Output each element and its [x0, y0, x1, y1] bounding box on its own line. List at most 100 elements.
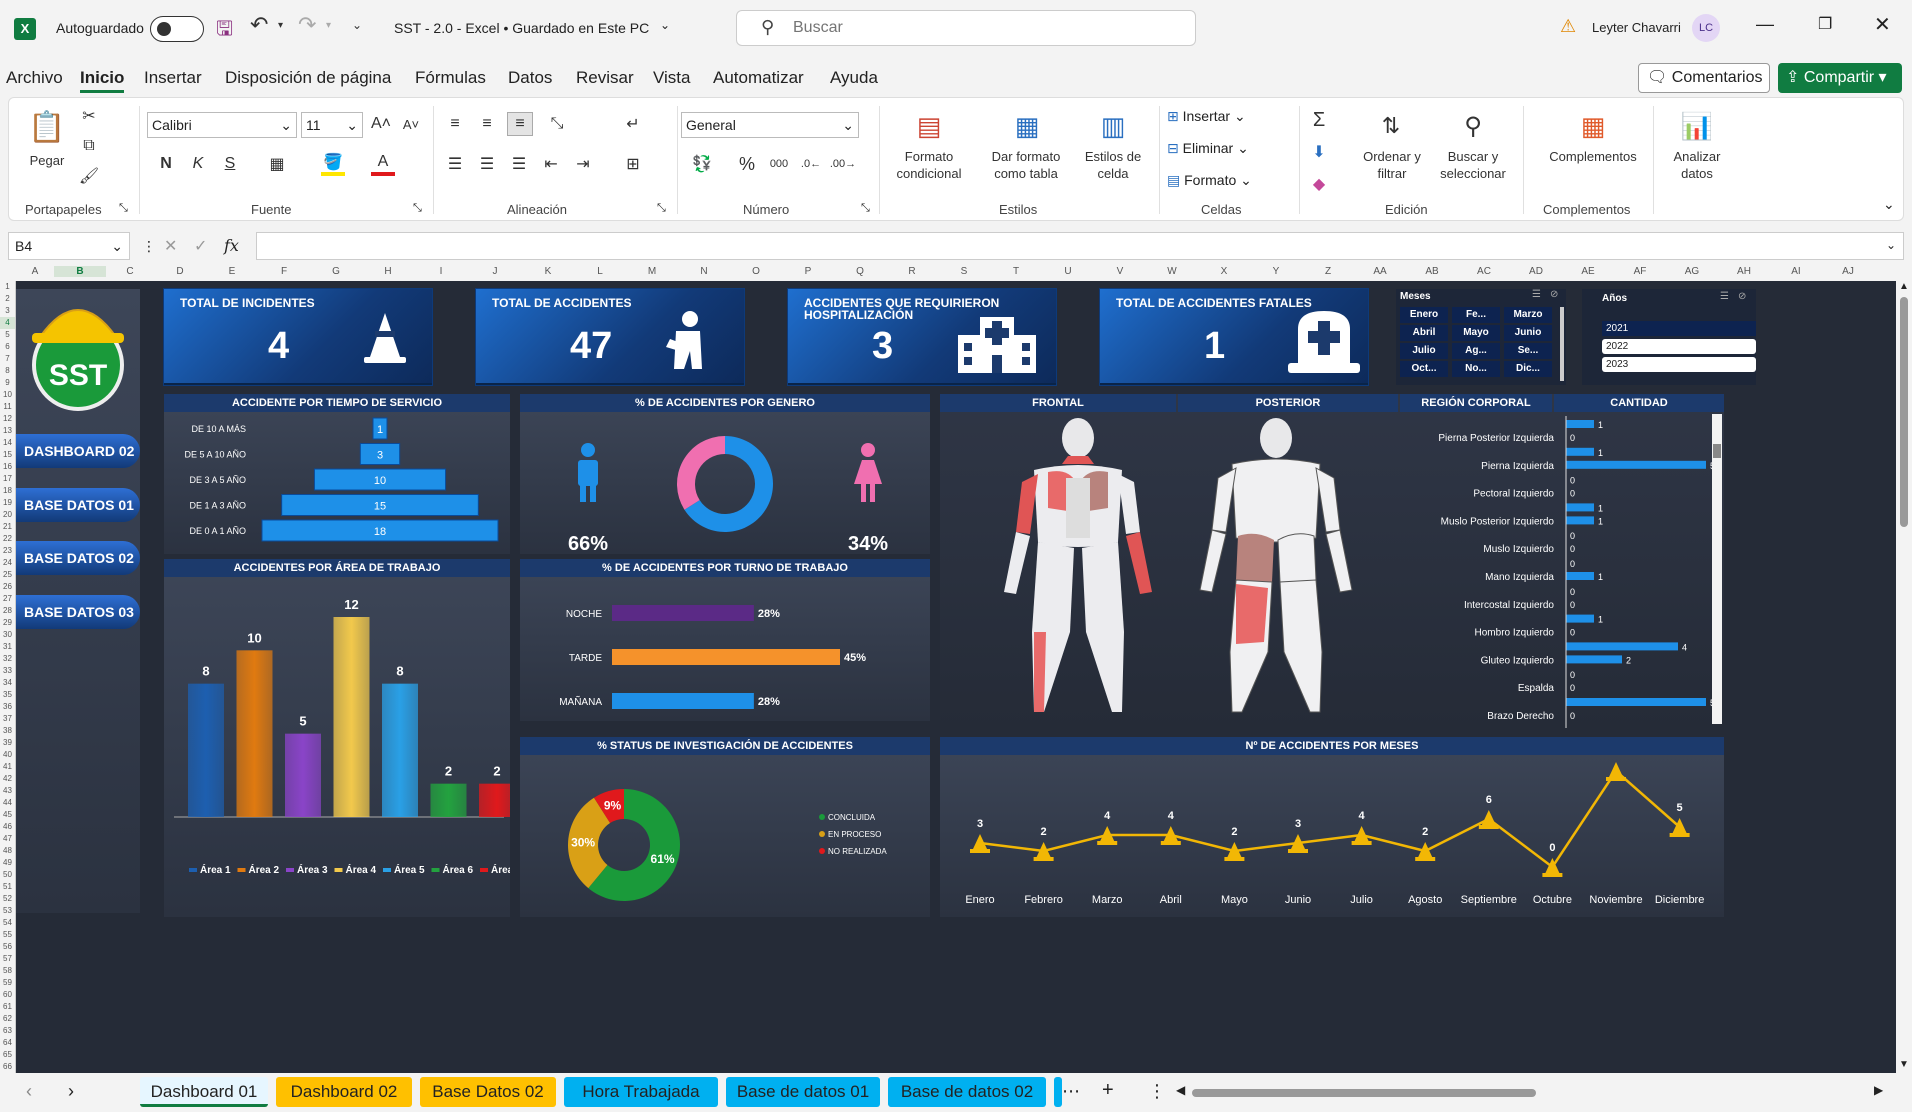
column-header[interactable]: AA — [1354, 266, 1406, 277]
sheet-tab-overflow[interactable] — [1054, 1077, 1062, 1107]
undo-dropdown-icon[interactable]: ▾ — [278, 20, 283, 31]
sheet-tab-dashboard-01[interactable]: Dashboard 01 — [140, 1077, 268, 1107]
row-header[interactable]: 39 — [0, 737, 15, 749]
hscroll-right-icon[interactable]: ▶ — [1874, 1083, 1883, 1097]
menu-automatizar[interactable]: Automatizar — [713, 68, 804, 88]
enter-icon[interactable]: ✓ — [194, 236, 207, 256]
merge-center-icon[interactable]: ⊞ — [621, 152, 645, 176]
column-header[interactable]: AC — [1458, 266, 1510, 277]
row-header[interactable]: 8 — [0, 365, 15, 377]
autosave-toggle[interactable] — [150, 16, 204, 42]
font-color-icon[interactable]: A — [371, 152, 395, 176]
column-header[interactable]: F — [258, 266, 310, 277]
row-header[interactable]: 31 — [0, 641, 15, 653]
row-header[interactable]: 6 — [0, 341, 15, 353]
row-header[interactable]: 60 — [0, 989, 15, 1001]
conditional-format-button[interactable]: Formato condicional — [883, 148, 975, 182]
font-size-select[interactable]: 11 ⌄ — [301, 112, 363, 138]
menu-formulas[interactable]: Fórmulas — [415, 68, 486, 88]
row-header[interactable]: 23 — [0, 545, 15, 557]
cut-icon[interactable]: ✂ — [79, 106, 99, 126]
scroll-up-icon[interactable]: ▲ — [1899, 281, 1909, 292]
column-header[interactable]: U — [1042, 266, 1094, 277]
month-item[interactable]: Oct... — [1400, 361, 1448, 377]
nav-dashboard-02[interactable]: DASHBOARD 02 — [16, 434, 140, 468]
column-header[interactable]: Y — [1250, 266, 1302, 277]
font-name-select[interactable]: Calibri ⌄ — [147, 112, 297, 138]
menu-inicio[interactable]: Inicio — [80, 68, 125, 93]
menu-ayuda[interactable]: Ayuda — [830, 68, 878, 88]
column-header[interactable]: AB — [1406, 266, 1458, 277]
row-header[interactable]: 5 — [0, 329, 15, 341]
insert-function-icon[interactable]: fx — [224, 236, 239, 255]
row-header[interactable]: 51 — [0, 881, 15, 893]
row-header[interactable]: 4 — [0, 317, 15, 329]
row-header[interactable]: 43 — [0, 785, 15, 797]
column-header[interactable]: AH — [1718, 266, 1770, 277]
horizontal-scrollbar[interactable] — [1192, 1089, 1536, 1097]
month-item[interactable]: Se... — [1504, 343, 1552, 359]
search-box[interactable]: ⚲ — [736, 10, 1196, 46]
dialog-launcher-icon[interactable]: ⤡ — [861, 202, 870, 215]
row-header[interactable]: 57 — [0, 953, 15, 965]
row-header[interactable]: 9 — [0, 377, 15, 389]
row-header[interactable]: 45 — [0, 809, 15, 821]
row-header[interactable]: 19 — [0, 497, 15, 509]
row-header[interactable]: 35 — [0, 689, 15, 701]
row-header[interactable]: 42 — [0, 773, 15, 785]
column-header[interactable]: C — [106, 266, 154, 277]
share-button[interactable]: ⇪ Compartir ▾ — [1778, 63, 1902, 93]
row-header[interactable]: 66 — [0, 1061, 15, 1073]
cancel-icon[interactable]: ✕ — [164, 236, 177, 256]
row-header[interactable]: 15 — [0, 449, 15, 461]
menu-disposicion[interactable]: Disposición de página — [225, 68, 391, 88]
italic-button[interactable]: K — [187, 152, 209, 176]
row-header[interactable]: 7 — [0, 353, 15, 365]
paste-icon[interactable]: 📋 — [27, 104, 67, 150]
column-header[interactable]: R — [886, 266, 938, 277]
accounting-format-icon[interactable]: 💱 — [689, 152, 715, 176]
borders-icon[interactable]: ▦ — [265, 152, 289, 176]
row-header[interactable]: 55 — [0, 929, 15, 941]
new-sheet-icon[interactable]: + — [1102, 1079, 1114, 1102]
column-header[interactable]: G — [310, 266, 362, 277]
month-item[interactable]: Enero — [1400, 307, 1448, 323]
sheet-tab-base-datos-02[interactable]: Base Datos 02 — [420, 1077, 556, 1107]
analyze-data-icon[interactable]: 📊 — [1679, 108, 1715, 144]
column-header[interactable]: L — [574, 266, 626, 277]
row-header[interactable]: 20 — [0, 509, 15, 521]
row-header[interactable]: 59 — [0, 977, 15, 989]
prev-sheet-icon[interactable]: ‹ — [26, 1081, 32, 1102]
save-icon[interactable]: 🖫 — [216, 14, 233, 48]
column-header[interactable]: AI — [1770, 266, 1822, 277]
row-header[interactable]: 64 — [0, 1037, 15, 1049]
avatar[interactable]: LC — [1692, 14, 1720, 42]
find-select-button[interactable]: Buscar y seleccionar — [1427, 148, 1519, 182]
next-sheet-icon[interactable]: › — [68, 1081, 74, 1102]
column-header[interactable]: V — [1094, 266, 1146, 277]
body-scrollbar[interactable] — [1712, 414, 1722, 724]
row-header[interactable]: 47 — [0, 833, 15, 845]
column-header[interactable]: S — [938, 266, 990, 277]
row-header[interactable]: 40 — [0, 749, 15, 761]
addins-icon[interactable]: ▦ — [1575, 108, 1611, 144]
month-item[interactable]: Abril — [1400, 325, 1448, 341]
comments-button[interactable]: 🗨 Comentarios — [1638, 63, 1770, 93]
row-header[interactable]: 38 — [0, 725, 15, 737]
menu-vista[interactable]: Vista — [653, 68, 691, 88]
redo-dropdown-icon[interactable]: ▾ — [326, 20, 331, 31]
format-cells-button[interactable]: ▤ Formato ⌄ — [1167, 172, 1252, 189]
row-header[interactable]: 50 — [0, 869, 15, 881]
orientation-icon[interactable]: ⤡ — [545, 112, 569, 136]
column-header[interactable]: AG — [1666, 266, 1718, 277]
comma-style-icon[interactable]: 000 — [765, 152, 793, 176]
number-format-select[interactable]: General ⌄ — [681, 112, 859, 138]
column-header[interactable]: AE — [1562, 266, 1614, 277]
fill-icon[interactable]: ⬇ — [1307, 140, 1331, 164]
row-header[interactable]: 36 — [0, 701, 15, 713]
align-middle-icon[interactable]: ≡ — [475, 112, 499, 136]
formula-input[interactable] — [256, 232, 1904, 260]
month-item[interactable]: Julio — [1400, 343, 1448, 359]
row-header[interactable]: 18 — [0, 485, 15, 497]
column-header[interactable]: P — [782, 266, 834, 277]
